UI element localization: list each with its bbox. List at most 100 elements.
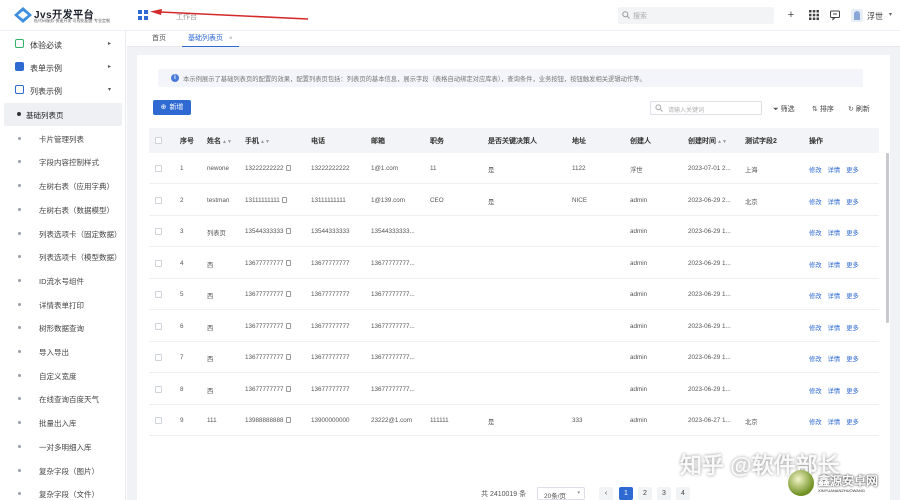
copy-icon[interactable] xyxy=(285,259,291,266)
row-action-link[interactable]: 修改 xyxy=(809,325,822,332)
column-header[interactable]: 姓名▲▼ xyxy=(207,136,232,146)
global-search-input[interactable]: 搜索 xyxy=(618,7,774,24)
grid-icon[interactable] xyxy=(808,9,820,21)
row-action-link[interactable]: 更多 xyxy=(846,388,859,395)
row-action-link[interactable]: 修改 xyxy=(809,167,822,174)
close-icon[interactable]: × xyxy=(229,36,233,42)
app-logo[interactable]: Jvs开发平台 低代码服务·快速开发·可视化配置·专业定制 xyxy=(14,5,114,27)
sidebar-item[interactable]: 列表选项卡（固定数据） xyxy=(4,222,122,245)
message-icon[interactable] xyxy=(829,9,841,21)
row-checkbox[interactable] xyxy=(155,417,162,424)
copy-icon[interactable] xyxy=(285,385,291,392)
sidebar-group-forms[interactable]: 表单示例 ▸ xyxy=(0,56,125,78)
sort-icon[interactable]: ▲▼ xyxy=(260,139,270,145)
tab-home[interactable]: 首页 xyxy=(152,31,166,47)
page-button[interactable]: 2 xyxy=(638,487,652,500)
row-action-link[interactable]: 更多 xyxy=(846,262,859,269)
row-action-link[interactable]: 修改 xyxy=(809,419,822,426)
keyword-search-input[interactable]: 请输入关键词 xyxy=(650,101,762,115)
sort-icon[interactable]: ▲▼ xyxy=(222,139,232,145)
row-checkbox[interactable] xyxy=(155,354,162,361)
row-checkbox[interactable] xyxy=(155,196,162,204)
table-row[interactable]: 8 西 13677777777 13677777777 13677777777... ad… xyxy=(149,373,879,405)
sidebar-item[interactable]: 列表选项卡（模型数据） xyxy=(4,245,122,268)
row-checkbox[interactable] xyxy=(155,385,162,393)
prev-page-button[interactable]: ‹ xyxy=(599,487,613,500)
table-row[interactable]: 6 西 13677777777 13677777777 13677777777... ad… xyxy=(149,310,879,342)
page-button[interactable]: 4 xyxy=(676,487,690,500)
row-action-link[interactable]: 详情 xyxy=(828,199,841,206)
sidebar-item[interactable]: 导入导出 xyxy=(4,340,122,363)
row-action-link[interactable]: 更多 xyxy=(846,356,859,363)
sidebar-item[interactable]: 在线查询百度天气 xyxy=(4,387,122,410)
select-all-checkbox[interactable] xyxy=(155,137,162,144)
row-action-link[interactable]: 详情 xyxy=(828,419,841,426)
row-action-link[interactable]: 详情 xyxy=(828,167,841,174)
copy-icon[interactable] xyxy=(285,228,291,234)
row-action-link[interactable]: 修改 xyxy=(809,293,822,300)
chevron-down-icon[interactable]: ▾ xyxy=(889,11,892,18)
row-action-link[interactable]: 详情 xyxy=(828,230,841,237)
row-checkbox[interactable] xyxy=(155,228,162,235)
sidebar-item[interactable]: 卡片管理列表 xyxy=(4,127,122,150)
row-checkbox[interactable] xyxy=(155,322,162,330)
copy-icon[interactable] xyxy=(285,291,291,297)
sidebar-item[interactable]: 左树右表（数据模型） xyxy=(4,198,122,221)
add-button[interactable]: ⊕ 新增 xyxy=(153,100,191,115)
copy-icon[interactable] xyxy=(281,196,287,203)
row-action-link[interactable]: 详情 xyxy=(828,388,841,395)
copy-icon[interactable] xyxy=(285,354,291,360)
filter-button[interactable]: ⏷ 筛选 xyxy=(773,104,795,114)
row-action-link[interactable]: 详情 xyxy=(828,325,841,332)
row-checkbox[interactable] xyxy=(155,291,162,298)
sidebar-item[interactable]: 自定义宽度 xyxy=(4,364,122,387)
row-action-link[interactable]: 更多 xyxy=(846,199,859,206)
plus-icon[interactable]: + xyxy=(785,9,797,21)
copy-icon[interactable] xyxy=(285,417,291,423)
sidebar-item[interactable]: 字段内容控制样式 xyxy=(4,150,122,173)
column-header[interactable]: 手机▲▼ xyxy=(245,136,270,146)
page-size-select[interactable]: 20条/页 ▾ xyxy=(537,487,585,500)
sidebar-item[interactable]: 复杂字段（文件） xyxy=(4,482,122,500)
row-action-link[interactable]: 更多 xyxy=(846,325,859,332)
row-action-link[interactable]: 详情 xyxy=(828,262,841,269)
row-action-link[interactable]: 更多 xyxy=(846,230,859,237)
sidebar-item[interactable]: 基础列表页 xyxy=(4,103,122,126)
table-row[interactable]: 4 西 13677777777 13677777777 13677777777... ad… xyxy=(149,247,879,279)
table-row[interactable]: 5 西 13677777777 13677777777 13677777777... ad… xyxy=(149,279,879,310)
sidebar-item[interactable]: 树形数据查询 xyxy=(4,316,122,339)
row-action-link[interactable]: 修改 xyxy=(809,199,822,206)
sort-button[interactable]: ⇅ 排序 xyxy=(812,104,834,114)
sidebar-item[interactable]: 左树右表（应用字典） xyxy=(4,174,122,197)
refresh-button[interactable]: ↻ 刷新 xyxy=(848,104,870,114)
row-action-link[interactable]: 修改 xyxy=(809,230,822,237)
table-row[interactable]: 2 testman 13111111111 13111111111 1@139.com C… xyxy=(149,184,879,216)
sort-icon[interactable]: ▲▼ xyxy=(717,139,727,145)
row-checkbox[interactable] xyxy=(155,259,162,267)
row-action-link[interactable]: 修改 xyxy=(809,356,822,363)
table-row[interactable]: 7 西 13677777777 13677777777 13677777777... ad… xyxy=(149,342,879,373)
sidebar-item[interactable]: 批量出入库 xyxy=(4,411,122,434)
row-checkbox[interactable] xyxy=(155,165,162,172)
row-action-link[interactable]: 更多 xyxy=(846,167,859,174)
row-action-link[interactable]: 修改 xyxy=(809,388,822,395)
sidebar-item[interactable]: 一对多明细入库 xyxy=(4,435,122,458)
tab-basic-list[interactable]: 基础列表页 × xyxy=(182,31,239,47)
row-action-link[interactable]: 详情 xyxy=(828,356,841,363)
sidebar-item[interactable]: 详情表单打印 xyxy=(4,293,122,316)
username[interactable]: 浮世 xyxy=(867,11,883,22)
sidebar-group-guide[interactable]: 体验必读 ▸ xyxy=(0,33,125,55)
page-button[interactable]: 1 xyxy=(619,487,633,500)
table-row[interactable]: 9 111 13988888888 13900000000 23222@1.com 111… xyxy=(149,405,879,436)
copy-icon[interactable] xyxy=(285,165,291,171)
table-row[interactable]: 1 newone 13222222222 13222222222 1@1.com 11 是 1… xyxy=(149,153,879,184)
sidebar-group-lists[interactable]: 列表示例 ▾ xyxy=(0,79,125,101)
row-action-link[interactable]: 修改 xyxy=(809,262,822,269)
sidebar-item[interactable]: ID流水号组件 xyxy=(4,269,122,292)
table-scrollbar[interactable] xyxy=(886,153,889,323)
sidebar-item[interactable]: 复杂字段（图片） xyxy=(4,459,122,482)
column-header[interactable]: 创建时间▲▼ xyxy=(688,136,727,146)
table-row[interactable]: 3 列表页 13544333333 13544333333 13544333333...… xyxy=(149,216,879,247)
copy-icon[interactable] xyxy=(285,322,291,329)
menu-toggle-icon[interactable] xyxy=(138,10,148,20)
